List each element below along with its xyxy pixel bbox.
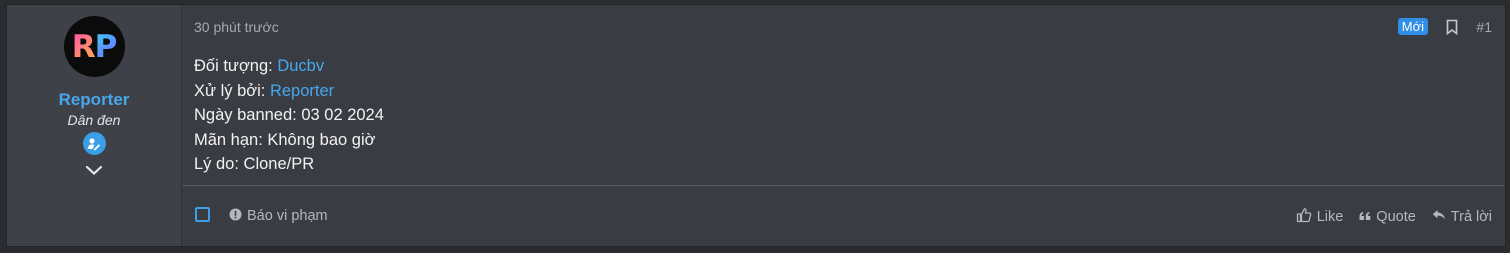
post-actions: Like Quote Trả lời: [1296, 207, 1492, 227]
content-line: Mãn hạn: Không bao giờ: [194, 130, 376, 149]
post-footer: Báo vi phạm Like Quote Trả lời: [182, 186, 1505, 247]
quote-label: Quote: [1376, 208, 1416, 225]
like-icon: [1296, 207, 1312, 227]
reply-label: Trả lời: [1450, 208, 1492, 225]
like-button[interactable]: Like: [1296, 207, 1344, 227]
handler-user-link[interactable]: Reporter: [270, 82, 334, 100]
like-label: Like: [1316, 208, 1344, 225]
post-container: RP Reporter Dân đen 30 phút trước Mới #1…: [6, 4, 1506, 247]
select-checkbox[interactable]: [195, 206, 210, 222]
username-link[interactable]: Reporter: [59, 90, 130, 110]
post-number[interactable]: #1: [1476, 19, 1492, 35]
content-line: Ngày banned: 03 02 2024: [194, 106, 384, 124]
quote-button[interactable]: Quote: [1359, 207, 1416, 227]
chevron-down-icon[interactable]: [85, 163, 103, 181]
user-sidebar: RP Reporter Dân đen: [7, 5, 182, 246]
reply-button[interactable]: Trả lời: [1432, 207, 1492, 227]
quote-icon: [1359, 209, 1371, 225]
reply-icon: [1432, 209, 1446, 225]
post-time[interactable]: 30 phút trước: [194, 19, 279, 35]
bookmark-icon[interactable]: [1446, 19, 1458, 40]
report-icon: [229, 208, 242, 225]
post-body: 30 phút trước Mới #1 Đối tượng: Ducbv Xử…: [182, 5, 1505, 186]
avatar[interactable]: RP: [63, 16, 125, 77]
report-label: Báo vi phạm: [247, 208, 328, 224]
content-line: Xử lý bởi: Reporter: [194, 81, 335, 100]
user-title: Dân đen: [67, 112, 121, 128]
post-main: 30 phút trước Mới #1 Đối tượng: Ducbv Xử…: [182, 5, 1505, 246]
target-user-link[interactable]: Ducbv: [277, 57, 324, 75]
post-content: Đối tượng: Ducbv Xử lý bởi: Reporter Ngà…: [194, 54, 384, 177]
report-button[interactable]: Báo vi phạm: [229, 208, 328, 225]
content-line: Lý do: Clone/PR: [194, 155, 315, 173]
content-line: Đối tượng: Ducbv: [194, 57, 325, 75]
user-badge-icon[interactable]: [82, 132, 106, 155]
new-badge: Mới: [1397, 18, 1428, 35]
